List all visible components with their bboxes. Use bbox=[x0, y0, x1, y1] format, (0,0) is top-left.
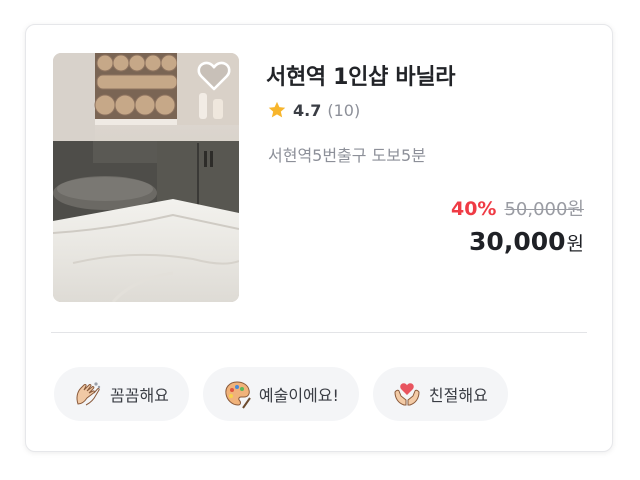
discount-rate: 40% bbox=[450, 198, 497, 220]
tag-label: 예술이에요! bbox=[258, 386, 339, 405]
review-tags: 꼼꼼해요 예술이에요! 친절해요 bbox=[54, 367, 508, 421]
price-block: 40% 50,000원 30,000 원 bbox=[451, 195, 584, 256]
review-count: (10) bbox=[327, 100, 361, 120]
rating: 4.7 (10) bbox=[267, 100, 360, 120]
sale-price: 30,000 bbox=[469, 227, 566, 256]
tag-kind[interactable]: 친절해요 bbox=[372, 367, 508, 421]
original-price: 50,000원 bbox=[504, 199, 584, 220]
star-icon bbox=[268, 101, 286, 118]
sale-price-unit: 원 bbox=[566, 233, 584, 255]
divider bbox=[51, 332, 587, 333]
tag-label: 친절해요 bbox=[428, 386, 488, 405]
product-thumbnail[interactable] bbox=[53, 53, 239, 302]
product-title[interactable]: 서현역 1인샵 바닐라 bbox=[266, 59, 456, 91]
tag-label: 꼼꼼해요 bbox=[110, 386, 169, 405]
hands-icon bbox=[76, 382, 101, 406]
tag-artistic[interactable]: 예술이에요! bbox=[202, 367, 359, 421]
art-icon bbox=[225, 381, 251, 409]
heart-outline-icon[interactable] bbox=[196, 60, 232, 92]
location-text: 서현역5번출구 도보5분 bbox=[268, 146, 426, 165]
rating-score: 4.7 bbox=[293, 100, 322, 120]
heart-hands-icon bbox=[394, 383, 420, 406]
tag-meticulous[interactable]: 꼼꼼해요 bbox=[54, 367, 189, 421]
product-card[interactable]: 서현역 1인샵 바닐라 4.7 (10) 서현역5번출구 도보5분 40% 50… bbox=[25, 24, 613, 452]
